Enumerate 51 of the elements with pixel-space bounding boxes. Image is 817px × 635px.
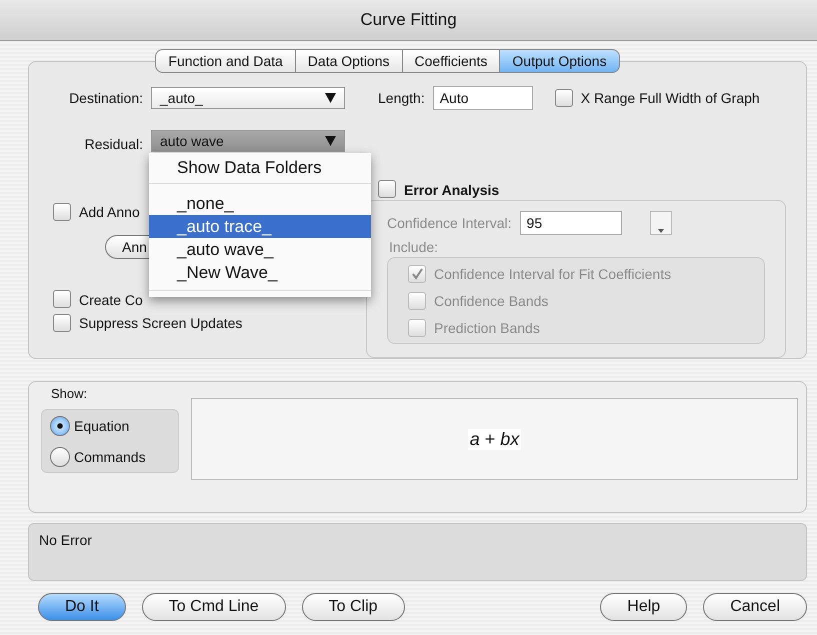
radio-button[interactable] [50, 446, 70, 466]
field-label: Confidence Interval: [387, 215, 512, 231]
tab[interactable]: Data Options [296, 49, 403, 73]
field-label: Length: [378, 90, 425, 106]
checkbox-label: Prediction Bands [434, 320, 540, 336]
checkmark-icon [411, 268, 423, 280]
checkbox[interactable] [53, 314, 71, 332]
checkbox-label: Confidence Bands [434, 292, 548, 308]
caret-icon [658, 228, 664, 234]
menu-item[interactable]: _New Wave_ [149, 261, 371, 284]
dialog-button[interactable]: Do It [38, 593, 126, 621]
tab[interactable]: Coefficients [402, 49, 500, 73]
dialog-button[interactable]: To Cmd Line [142, 593, 286, 621]
group-label: Include: [389, 239, 440, 255]
radio-label: Equation [74, 418, 130, 434]
checkbox[interactable] [408, 318, 426, 336]
stepper-button[interactable] [650, 211, 672, 235]
tab[interactable]: Function and Data [155, 49, 296, 73]
length-field[interactable]: Auto [432, 86, 533, 110]
equation-text: a + bx [468, 428, 522, 450]
menu-item[interactable]: _none_ [149, 192, 371, 215]
checkbox-label: X Range Full Width of Graph [580, 90, 760, 106]
checkbox-label: Confidence Interval for Fit Coefficients [434, 266, 672, 282]
checkbox[interactable] [408, 292, 426, 310]
window-title: Curve Fitting [0, 0, 817, 41]
menu-item[interactable]: _auto trace_ [149, 215, 371, 238]
field-label: Residual: [84, 136, 143, 152]
residual-dropdown[interactable]: auto wave [151, 130, 345, 152]
confidence-field[interactable]: 95 [520, 211, 622, 235]
checkbox[interactable] [408, 264, 426, 282]
radio-button[interactable] [50, 416, 70, 436]
dialog-button[interactable]: To Clip [302, 593, 405, 621]
checkbox-label: Suppress Screen Updates [79, 315, 242, 331]
field-label: Destination: [68, 90, 143, 106]
checkbox[interactable] [53, 203, 71, 221]
dialog-button[interactable]: Help [600, 593, 688, 621]
checkbox-label: Create Co [79, 292, 143, 308]
checkbox[interactable] [378, 180, 396, 198]
tab[interactable]: Output Options [500, 49, 620, 73]
checkbox[interactable] [554, 89, 573, 107]
dialog-button[interactable]: Cancel [703, 593, 807, 621]
group-label: Show: [51, 386, 88, 401]
radio-label: Commands [74, 448, 146, 464]
checkbox-label: Error Analysis [404, 182, 500, 198]
caret-icon [325, 93, 336, 103]
checkbox[interactable] [53, 290, 71, 308]
destination-dropdown[interactable]: _auto_ [151, 87, 345, 109]
caret-icon [325, 136, 336, 146]
checkbox-label: Add Anno [79, 204, 140, 220]
status-text: No Error [39, 532, 92, 548]
menu-item[interactable]: Show Data Folders [149, 156, 371, 180]
